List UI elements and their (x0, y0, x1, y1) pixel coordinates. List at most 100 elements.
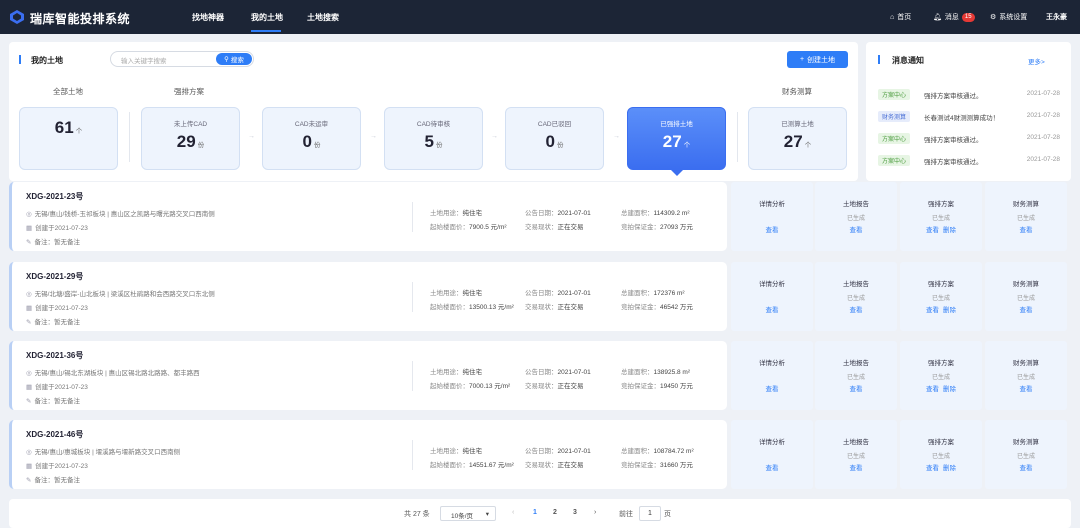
stat-card-all[interactable]: 61 个 (19, 107, 118, 170)
land-name: XDG-2021-46号 (26, 430, 84, 439)
action-0: 详情分析 查看 (731, 182, 813, 251)
chevron-down-icon: ▾ (485, 511, 489, 518)
action-1: 土地报告 已生成 查看 (815, 420, 897, 489)
notice-item[interactable]: 方案中心 强排方案审核通过。 2021-07-28 (878, 154, 1060, 168)
page-3[interactable]: 3 (573, 509, 577, 516)
settings-link[interactable]: ⚙ 系统设置 (990, 12, 1027, 22)
edit-icon: ✎ (26, 477, 32, 484)
land-info[interactable]: XDG-2021-29号 ◎ 无锡/北塘/盛岸-山北板块 | 梁溪区杜鹃路和会西路交… (9, 262, 727, 331)
view-link[interactable]: 查看 (766, 307, 779, 314)
action-0: 详情分析 查看 (731, 262, 813, 331)
arrow-icon: → (613, 133, 620, 140)
notice-date: 2021-07-28 (1026, 156, 1060, 163)
create-land-button[interactable]: + 创建土地 (787, 51, 848, 68)
delete-link[interactable]: 删除 (943, 386, 956, 393)
view-link[interactable]: 查看 (1020, 307, 1033, 314)
notice-text: 长春测试4财测测算成功！ (924, 115, 1000, 122)
plus-icon: + (799, 56, 805, 63)
total-count: 共 27 条 (404, 511, 430, 518)
home-link[interactable]: ⌂ 首页 (890, 12, 911, 22)
page-size-select[interactable]: 10条/页 ▾ (440, 506, 496, 521)
land-name: XDG-2021-36号 (26, 351, 84, 360)
arrow-icon: → (370, 133, 377, 140)
view-link[interactable]: 查看 (926, 386, 939, 393)
view-link[interactable]: 查看 (850, 465, 863, 472)
nav-find-land[interactable]: 找地神器 (192, 12, 224, 23)
messages-link[interactable]: 🔔︎ 消息 15 (933, 12, 975, 22)
divider (412, 440, 413, 470)
page-1[interactable]: 1 (533, 509, 537, 516)
divider (412, 282, 413, 312)
notice-tag: 财务测算 (878, 111, 911, 122)
action-0: 详情分析 查看 (731, 420, 813, 489)
delete-link[interactable]: 删除 (943, 227, 956, 234)
location-icon: ◎ (26, 370, 32, 377)
notice-text: 强排方案审核通过。 (924, 137, 983, 144)
view-link[interactable]: 查看 (850, 386, 863, 393)
title-bar-marker (878, 55, 880, 64)
land-info[interactable]: XDG-2021-36号 ◎ 无锡/惠山/锡北东湖板块 | 惠山区锡北路北路路、都丰… (9, 341, 727, 410)
prev-page-icon[interactable]: ‹ (512, 509, 514, 516)
search-button[interactable]: ⚲ 搜索 (216, 53, 252, 65)
view-link[interactable]: 查看 (766, 465, 779, 472)
action-0: 详情分析 查看 (731, 341, 813, 410)
search-box: 输入关键字搜索 ⚲ 搜索 (110, 51, 254, 67)
view-link[interactable]: 查看 (1020, 465, 1033, 472)
notice-text: 强排方案审核通过。 (924, 159, 983, 166)
delete-link[interactable]: 删除 (943, 307, 956, 314)
calendar-icon: ▦ (26, 305, 33, 312)
view-link[interactable]: 查看 (850, 227, 863, 234)
land-location: 无锡/惠山/锡北东湖板块 | 惠山区锡北路北路路、都丰路西 (34, 370, 200, 377)
delete-link[interactable]: 删除 (943, 465, 956, 472)
notice-date: 2021-07-28 (1026, 112, 1060, 119)
land-info[interactable]: XDG-2021-23号 ◎ 无锡/惠山/钱桥-玉祁板块 | 惠山区之凯路与曙光路交… (9, 182, 727, 251)
view-link[interactable]: 查看 (1020, 227, 1033, 234)
land-row: XDG-2021-36号 ◎ 无锡/惠山/锡北东湖板块 | 惠山区锡北路北路路、都丰… (9, 341, 1071, 410)
stat-card-cad-rejected[interactable]: CAD已驳回 0份 (505, 107, 604, 170)
page-jump-input[interactable]: 1 (639, 506, 661, 521)
land-info[interactable]: XDG-2021-46号 ◎ 无锡/惠山/惠城板块 | 堰溪路与堰新路交叉口西南侧 ▦… (9, 420, 727, 489)
land-remark: 暂无备注 (53, 477, 80, 484)
notice-tag: 方案中心 (878, 155, 911, 166)
notice-item[interactable]: 财务测算 长春测试4财测测算成功！ 2021-07-28 (878, 110, 1060, 124)
active-card-pointer (671, 170, 683, 176)
stat-card-cad-pending[interactable]: CAD待审核 5份 (384, 107, 483, 170)
view-link[interactable]: 查看 (1020, 386, 1033, 393)
home-icon: ⌂ (890, 13, 895, 21)
stat-card-calculated[interactable]: 已测算土地 27 个 (748, 107, 847, 170)
stat-card-no-cad[interactable]: 未上传CAD 29 份 (141, 107, 240, 170)
user-name[interactable]: 王永豪 (1046, 12, 1067, 22)
land-name: XDG-2021-23号 (26, 192, 84, 201)
my-land-title: 我的土地 (31, 56, 63, 65)
notice-text: 强排方案审核通过。 (924, 93, 983, 100)
next-page-icon[interactable]: › (594, 509, 596, 516)
view-link[interactable]: 查看 (766, 386, 779, 393)
location-icon: ◎ (26, 291, 32, 298)
stat-card-planned[interactable]: 已强排土地 27 个 (627, 107, 726, 170)
divider (412, 202, 413, 232)
action-1: 土地报告 已生成 查看 (815, 341, 897, 410)
stat-card-cad-unreviewed[interactable]: CAD未运审 0份 (262, 107, 361, 170)
land-row: XDG-2021-23号 ◎ 无锡/惠山/钱桥-玉祁板块 | 惠山区之凯路与曙光路交… (9, 182, 1071, 251)
divider (412, 361, 413, 391)
view-link[interactable]: 查看 (766, 227, 779, 234)
view-link[interactable]: 查看 (926, 227, 939, 234)
land-remark: 暂无备注 (53, 398, 80, 405)
notice-item[interactable]: 方案中心 强排方案审核通过。 2021-07-28 (878, 132, 1060, 146)
group-finance: 财务测算 (782, 87, 812, 96)
nav-my-land[interactable]: 我的土地 (251, 12, 283, 23)
pagination: 共 27 条 10条/页 ▾ ‹ 1 2 3 › 前往 1 页 (9, 499, 1071, 528)
view-link[interactable]: 查看 (926, 307, 939, 314)
search-input[interactable]: 输入关键字搜索 (121, 55, 167, 65)
action-1: 土地报告 已生成 查看 (815, 182, 897, 251)
view-link[interactable]: 查看 (926, 465, 939, 472)
notice-more-link[interactable]: 更多> (1028, 56, 1045, 66)
land-remark: 暂无备注 (53, 239, 80, 246)
notice-tag: 方案中心 (878, 133, 911, 144)
page-2[interactable]: 2 (553, 509, 557, 516)
page-suffix: 页 (664, 511, 671, 518)
nav-land-search[interactable]: 土地搜索 (307, 12, 339, 23)
view-link[interactable]: 查看 (850, 307, 863, 314)
message-count-badge: 15 (961, 12, 975, 22)
notice-item[interactable]: 方案中心 强排方案审核通过。 2021-07-28 (878, 88, 1060, 102)
